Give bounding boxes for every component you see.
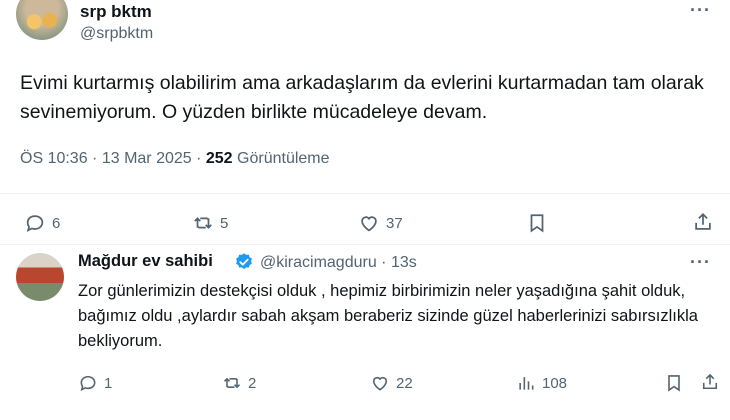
retweet-icon bbox=[194, 217, 212, 229]
more-options-icon[interactable]: ··· bbox=[690, 0, 711, 21]
reply-icon bbox=[26, 215, 44, 232]
bookmark-icon bbox=[668, 375, 680, 392]
heart-icon bbox=[372, 376, 388, 391]
like-count: 37 bbox=[386, 214, 403, 232]
author-name[interactable]: srp bktm bbox=[80, 2, 152, 22]
divider bbox=[0, 244, 730, 245]
author-handle[interactable]: @srpbktm bbox=[80, 25, 153, 43]
reply-reply-button[interactable]: 1 bbox=[78, 373, 112, 393]
verified-badge-icon bbox=[236, 253, 252, 270]
share-icon bbox=[695, 212, 711, 230]
bookmark-icon bbox=[530, 214, 544, 233]
like-button[interactable]: 37 bbox=[358, 212, 403, 234]
views-label: Görüntüleme bbox=[232, 150, 330, 167]
reply-like-count: 22 bbox=[396, 374, 413, 392]
reply-more-options-icon[interactable]: ··· bbox=[690, 252, 711, 273]
views-count: 252 bbox=[205, 150, 233, 167]
bookmark-button[interactable] bbox=[526, 212, 548, 234]
avatar[interactable] bbox=[16, 0, 68, 40]
reply-like-button[interactable]: 22 bbox=[370, 373, 413, 393]
reply-bookmark-button[interactable] bbox=[664, 373, 684, 393]
reply-button[interactable]: 6 bbox=[24, 212, 60, 234]
reply-author-name[interactable]: Mağdur ev sahibi bbox=[78, 252, 213, 271]
reply-retweet-count: 2 bbox=[248, 374, 257, 392]
reply-views-count: 108 bbox=[542, 374, 568, 392]
reply-views-button[interactable]: 108 bbox=[516, 373, 567, 393]
reply-reply-count: 1 bbox=[104, 374, 113, 392]
reply-count: 6 bbox=[52, 214, 61, 232]
tweet-meta: ÖS 10:36 · 13 Mar 2025 · 252 Görüntüleme bbox=[20, 150, 330, 168]
tweet-timestamp[interactable]: ÖS 10:36 · 13 Mar 2025 · bbox=[20, 150, 206, 167]
retweet-button[interactable]: 5 bbox=[192, 212, 228, 234]
retweet-count: 5 bbox=[220, 214, 229, 232]
heart-icon bbox=[361, 216, 377, 232]
views-bar-chart-icon bbox=[519, 377, 534, 390]
reply-icon bbox=[80, 375, 96, 392]
reply-text: Zor günlerimizin destekçisi olduk , hepi… bbox=[78, 282, 698, 350]
reply-author-handle[interactable]: @kiracimagduru · 13s bbox=[260, 254, 417, 272]
tweet-text: Evimi kurtarmış olabilirim ama arkadaşla… bbox=[20, 72, 704, 123]
reply-share-button[interactable] bbox=[700, 372, 720, 392]
reply-retweet-button[interactable]: 2 bbox=[222, 373, 256, 393]
retweet-icon bbox=[223, 377, 241, 389]
share-icon bbox=[702, 373, 718, 390]
reply-avatar[interactable] bbox=[16, 253, 64, 301]
share-button[interactable] bbox=[692, 211, 714, 233]
divider bbox=[0, 193, 730, 194]
